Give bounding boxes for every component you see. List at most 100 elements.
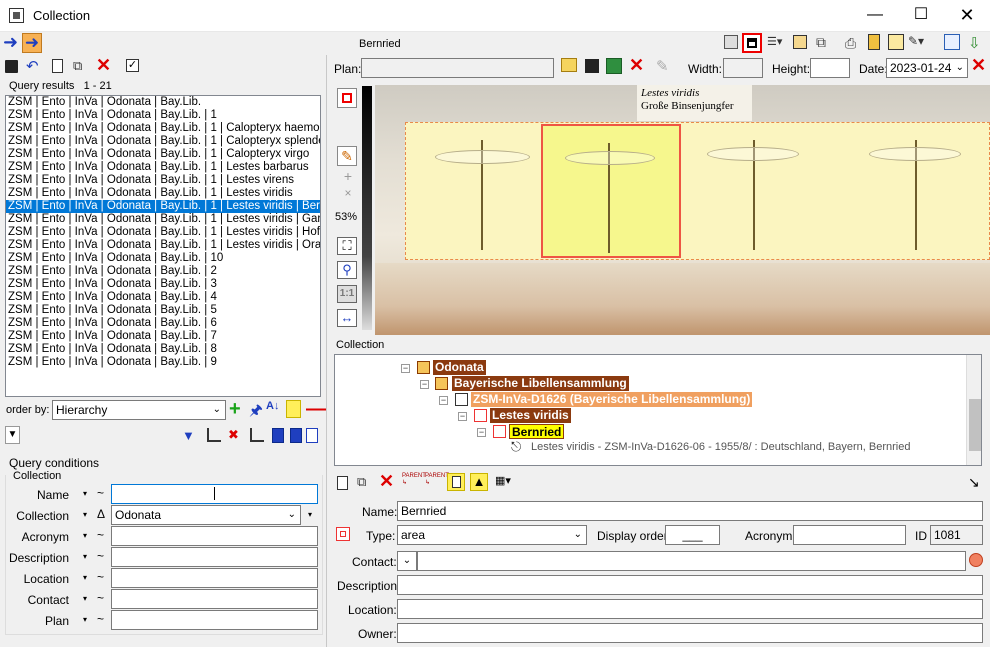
print-icon[interactable]: ⎙ xyxy=(845,35,861,51)
remove-parent-icon[interactable]: PARENT ↳ xyxy=(425,473,449,491)
edit-dropdown-icon[interactable]: ✎▾ xyxy=(908,34,930,50)
save-icon[interactable] xyxy=(5,60,18,73)
document-icon[interactable] xyxy=(447,473,465,491)
tree-options-icon[interactable]: ▦▾ xyxy=(495,474,519,490)
condition-operator-dropdown[interactable]: ▾ xyxy=(79,589,91,609)
condition-extra-dropdown[interactable]: ▾ xyxy=(304,505,316,525)
location-input[interactable] xyxy=(397,599,983,619)
collapse-icon[interactable]: − xyxy=(401,364,410,373)
name-input[interactable]: Bernried xyxy=(397,501,983,521)
tree-node-specimen[interactable]: Lestes viridis - ZSM-InVa-D1626-06 - 195… xyxy=(529,440,912,455)
condition-input-location[interactable] xyxy=(111,568,318,588)
list-item[interactable]: ZSM | Ento | InVa | Odonata | Bay.Lib. |… xyxy=(6,239,320,252)
export-icon[interactable]: ⇩ xyxy=(968,34,984,52)
checkbox-icon[interactable]: ✓ xyxy=(126,59,139,72)
list-item[interactable]: ZSM | Ento | InVa | Odonata | Bay.Lib. |… xyxy=(6,122,320,135)
sort-az-icon[interactable]: A↓ xyxy=(266,400,279,412)
list-item[interactable]: ZSM | Ento | InVa | Odonata | Bay.Lib. |… xyxy=(6,252,320,265)
filter-add-icon[interactable] xyxy=(207,428,221,442)
list-item[interactable]: ZSM | Ento | InVa | Odonata | Bay.Lib. |… xyxy=(6,109,320,122)
plan-image-icon[interactable] xyxy=(606,58,622,74)
list-item[interactable]: ZSM | Ento | InVa | Odonata | Bay.Lib. |… xyxy=(6,265,320,278)
order-by-select[interactable]: Hierarchy ⌄ xyxy=(52,400,226,420)
tree-node-bernried[interactable]: Bernried xyxy=(509,424,565,439)
date-input[interactable]: 2023-01-24 ⌄ xyxy=(886,58,968,78)
specimen-image[interactable]: Lestes viridis Große Binsenjungfer xyxy=(375,85,990,335)
height-input[interactable] xyxy=(810,58,850,78)
condition-operator-dropdown[interactable]: ▾ xyxy=(79,505,91,525)
width-input[interactable] xyxy=(723,58,763,78)
detail-copy-icon[interactable]: ⧉ xyxy=(357,474,373,490)
triangle-icon[interactable]: ▲ xyxy=(470,473,488,491)
tree-scrollbar[interactable] xyxy=(966,355,981,465)
undo-icon[interactable]: ↶ xyxy=(26,57,39,75)
list-item[interactable]: ZSM | Ento | InVa | Odonata | Bay.Lib. |… xyxy=(6,187,320,200)
plan-input[interactable] xyxy=(361,58,554,78)
tree-node-bayerische[interactable]: Bayerische Libellensammlung xyxy=(452,376,629,391)
detail-new-icon[interactable] xyxy=(337,476,348,490)
set-parent-icon[interactable]: PARENT ↳ xyxy=(402,473,426,491)
plan-area-highlight[interactable] xyxy=(405,122,990,260)
column-icon[interactable] xyxy=(272,428,284,443)
collapse-icon[interactable]: − xyxy=(477,428,486,437)
condition-operator-dropdown[interactable]: ▾ xyxy=(79,568,91,588)
list-item[interactable]: ZSM | Ento | InVa | Odonata | Bay.Lib. |… xyxy=(6,343,320,356)
actual-size-button[interactable]: 1:1 xyxy=(337,285,357,303)
collapse-icon[interactable]: − xyxy=(458,412,467,421)
add-order-icon[interactable]: + xyxy=(229,399,241,419)
hierarchy-icon[interactable] xyxy=(793,35,807,49)
copy-hierarchy-icon[interactable]: ⧉ xyxy=(816,34,832,50)
fit-window-icon[interactable]: ⛶ xyxy=(337,237,357,255)
condition-input-plan[interactable] xyxy=(111,610,318,630)
close-window-button[interactable]: ✕ xyxy=(944,0,990,32)
collapse-panel-icon[interactable]: ↘ xyxy=(968,474,980,491)
delete-icon[interactable]: ✕ xyxy=(96,55,111,76)
new-icon[interactable] xyxy=(52,59,63,73)
condition-operator-dropdown[interactable]: ▾ xyxy=(79,484,91,504)
description-input[interactable] xyxy=(397,575,983,595)
zoom-search-icon[interactable]: ⚲ xyxy=(337,261,357,279)
type-select[interactable]: area ⌄ xyxy=(397,525,587,545)
list-item[interactable]: ZSM | Ento | InVa | Odonata | Bay.Lib. |… xyxy=(6,161,320,174)
view-icon[interactable] xyxy=(944,34,960,50)
copy-icon[interactable]: ⧉ xyxy=(73,58,88,73)
list-item[interactable]: ZSM | Ento | InVa | Odonata | Bay.Lib. |… xyxy=(6,213,320,226)
image-icon[interactable] xyxy=(724,35,738,49)
filter-down-icon[interactable] xyxy=(250,428,264,442)
filter-icon[interactable]: ▼ xyxy=(182,428,195,443)
collapse-icon[interactable]: − xyxy=(439,396,448,405)
condition-input-description[interactable] xyxy=(111,547,318,567)
condition-input-collection[interactable]: Odonata ⌄ xyxy=(111,505,301,525)
list-item[interactable]: ZSM | Ento | InVa | Odonata | Bay.Lib. |… xyxy=(6,291,320,304)
list-item[interactable]: ZSM | Ento | InVa | Odonata | Bay.Lib. |… xyxy=(6,304,320,317)
list-item[interactable]: ZSM | Ento | InVa | Odonata | Bay.Lib. |… xyxy=(6,330,320,343)
owner-input[interactable] xyxy=(397,623,983,643)
query-results-list[interactable]: ZSM | Ento | InVa | Odonata | Bay.Lib. ZS… xyxy=(5,95,321,397)
tree-view-icon[interactable]: ☰▾ xyxy=(767,35,785,49)
column-alt-icon[interactable] xyxy=(290,428,302,443)
zoom-slider[interactable] xyxy=(362,86,372,330)
expand-conditions-button[interactable]: ▼ xyxy=(5,426,20,444)
plan-delete-icon[interactable]: ✕ xyxy=(629,55,644,76)
list-item[interactable]: ZSM | Ento | InVa | Odonata | Bay.Lib. |… xyxy=(6,135,320,148)
list-item[interactable]: ZSM | Ento | InVa | Odonata | Bay.Lib. |… xyxy=(6,226,320,239)
maximize-button[interactable]: ☐ xyxy=(898,0,944,32)
pin-icon[interactable]: 🖈 xyxy=(249,400,263,425)
splitter[interactable] xyxy=(326,55,327,647)
list-item[interactable]: ZSM | Ento | InVa | Odonata | Bay.Lib. |… xyxy=(6,174,320,187)
condition-operator-dropdown[interactable]: ▾ xyxy=(79,610,91,630)
list-item[interactable]: ZSM | Ento | InVa | Odonata | Bay.Lib. |… xyxy=(6,317,320,330)
condition-operator-dropdown[interactable]: ▾ xyxy=(79,547,91,567)
condition-input-contact[interactable] xyxy=(111,589,318,609)
selected-area[interactable] xyxy=(541,124,681,258)
zoom-reset-icon[interactable]: × xyxy=(340,186,356,202)
list-item[interactable]: ZSM | Ento | InVa | Odonata | Bay.Lib. |… xyxy=(6,148,320,161)
list-item[interactable]: ZSM | Ento | InVa | Odonata | Bay.Lib. xyxy=(6,96,320,109)
report-icon[interactable] xyxy=(888,34,904,50)
list-item[interactable]: ZSM | Ento | InVa | Odonata | Bay.Lib. |… xyxy=(6,356,320,369)
zoom-plus-icon[interactable]: + xyxy=(340,168,356,184)
contact-input[interactable] xyxy=(417,551,966,571)
plan-mode-icon[interactable] xyxy=(742,33,762,53)
tree-node-drawer[interactable]: ZSM-InVa-D1626 (Bayerische Libellensamml… xyxy=(471,392,753,407)
condition-input-acronym[interactable] xyxy=(111,526,318,546)
